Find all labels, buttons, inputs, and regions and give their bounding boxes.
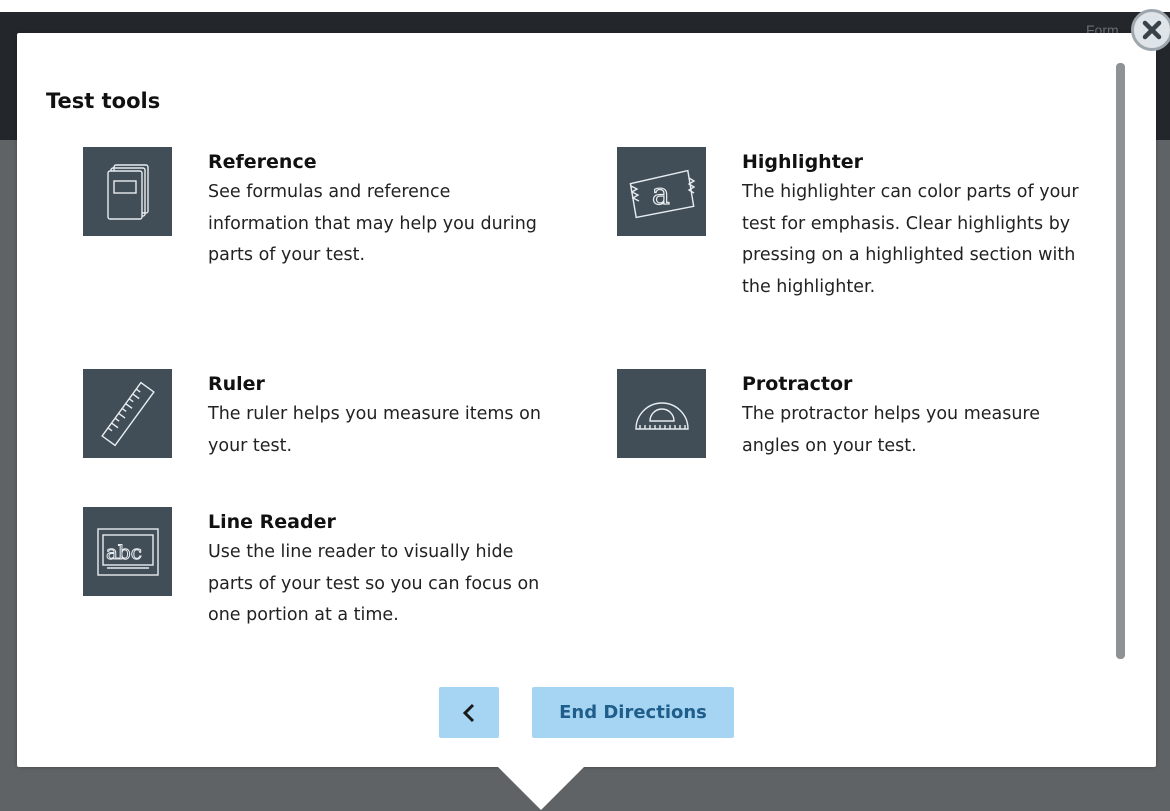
dialog-pointer-arrow bbox=[497, 766, 585, 810]
tool-highlighter: a Highlighter The highlighter can color … bbox=[617, 147, 1097, 347]
back-button[interactable] bbox=[439, 687, 499, 738]
tool-name: Line Reader bbox=[208, 511, 336, 533]
line-reader-icon: abc bbox=[83, 507, 172, 596]
end-directions-button[interactable]: End Directions bbox=[532, 687, 734, 738]
page-top-strip bbox=[0, 0, 1170, 12]
tool-name: Highlighter bbox=[742, 151, 864, 173]
dialog-title: Test tools bbox=[46, 89, 161, 113]
tool-description: The ruler helps you measure items on you… bbox=[208, 404, 541, 456]
scrollbar-thumb[interactable] bbox=[1116, 63, 1125, 659]
tool-description: The protractor helps you measure angles … bbox=[742, 404, 1041, 456]
tool-protractor: Protractor The protractor helps you meas… bbox=[617, 369, 1097, 469]
tool-line-reader: abc Line Reader Use the line reader to v… bbox=[83, 507, 563, 637]
tool-description: Use the line reader to visually hide par… bbox=[208, 542, 540, 625]
tool-reference: Reference See formulas and reference inf… bbox=[83, 147, 563, 277]
ruler-icon bbox=[83, 369, 172, 458]
tool-name: Ruler bbox=[208, 373, 265, 395]
chevron-left-icon bbox=[462, 703, 476, 723]
test-tools-dialog: Test tools Reference See formulas and re… bbox=[17, 33, 1156, 767]
tool-name: Reference bbox=[208, 151, 317, 173]
svg-text:a: a bbox=[652, 177, 670, 212]
tool-description: The highlighter can color parts of your … bbox=[742, 182, 1079, 297]
svg-text:abc: abc bbox=[106, 540, 142, 564]
protractor-icon bbox=[617, 369, 706, 458]
tool-name: Protractor bbox=[742, 373, 853, 395]
tool-description: See formulas and reference information t… bbox=[208, 182, 537, 265]
tool-ruler: Ruler The ruler helps you measure items … bbox=[83, 369, 563, 469]
highlighter-icon: a bbox=[617, 147, 706, 236]
close-button[interactable] bbox=[1131, 9, 1170, 51]
close-icon bbox=[1142, 20, 1162, 40]
reference-book-icon bbox=[83, 147, 172, 236]
